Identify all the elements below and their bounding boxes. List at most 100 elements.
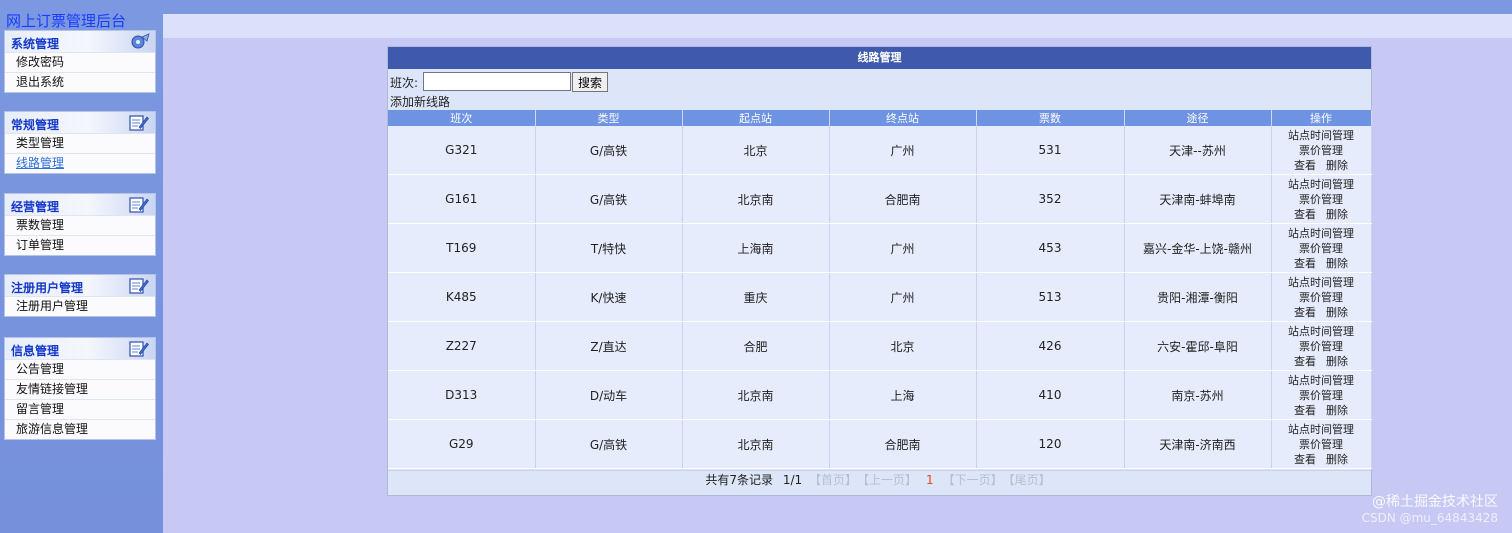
cell-via: 嘉兴-金华-上饶-赣州	[1124, 223, 1272, 273]
route-management-panel: 线路管理 班次: 搜索 添加新线路 班次 类型 起点站 终点站 票数 途径 操作…	[387, 46, 1372, 496]
sidebar-item[interactable]: 票数管理	[5, 215, 155, 235]
delete-link[interactable]: 删除	[1326, 404, 1348, 417]
sidebar-item[interactable]: 公告管理	[5, 359, 155, 379]
ticket-price-link[interactable]: 票价管理	[1272, 290, 1371, 305]
cell-tickets: 426	[976, 321, 1125, 371]
station-time-link[interactable]: 站点时间管理	[1272, 177, 1371, 192]
column-header-to: 终点站	[829, 110, 977, 126]
station-time-link[interactable]: 站点时间管理	[1272, 128, 1371, 143]
sidebar-item[interactable]: 修改密码	[5, 52, 155, 72]
cell-via: 南京-苏州	[1124, 370, 1272, 420]
cell-to: 广州	[829, 272, 977, 322]
menu-group-title: 信息管理	[11, 344, 60, 358]
menu-group-header[interactable]: 信息管理	[5, 338, 155, 359]
view-link[interactable]: 查看	[1294, 159, 1316, 172]
pager-last[interactable]: 【尾页】	[1009, 473, 1051, 487]
station-time-link[interactable]: 站点时间管理	[1272, 275, 1371, 290]
cell-type: G/高铁	[535, 174, 683, 224]
cell-actions: 站点时间管理 票价管理 查看 删除	[1271, 370, 1372, 420]
pager-current-page[interactable]: 1	[926, 473, 934, 487]
cell-actions: 站点时间管理 票价管理 查看 删除	[1271, 126, 1372, 175]
row-action-links: 查看 删除	[1272, 305, 1371, 320]
cell-to: 北京	[829, 321, 977, 371]
sidebar-item[interactable]: 类型管理	[5, 133, 155, 153]
edit-icon	[129, 340, 149, 358]
menu-group-general: 常规管理 类型管理 线路管理	[4, 111, 156, 174]
view-link[interactable]: 查看	[1294, 453, 1316, 466]
row-action-links: 查看 删除	[1272, 354, 1371, 369]
sidebar-item[interactable]: 旅游信息管理	[5, 419, 155, 439]
table-row: G161 G/高铁 北京南 合肥南 352 天津南-蚌埠南 站点时间管理 票价管理 查看 删除	[388, 174, 1372, 224]
menu-group-header[interactable]: 经营管理	[5, 194, 155, 215]
add-route-link[interactable]: 添加新线路	[388, 94, 1371, 110]
delete-link[interactable]: 删除	[1326, 208, 1348, 221]
watermark-line1: @稀土掘金技术社区	[1372, 494, 1498, 510]
table-row: Z227 Z/直达 合肥 北京 426 六安-霍邱-阜阳 站点时间管理 票价管理 查看 删除	[388, 321, 1372, 371]
column-header-actions: 操作	[1271, 110, 1372, 126]
search-label: 班次:	[390, 76, 419, 90]
cell-from: 北京南	[682, 370, 830, 420]
sidebar-item[interactable]: 线路管理	[5, 153, 155, 173]
cell-to: 合肥南	[829, 174, 977, 224]
column-header-via: 途径	[1124, 110, 1272, 126]
station-time-link[interactable]: 站点时间管理	[1272, 422, 1371, 437]
view-link[interactable]: 查看	[1294, 306, 1316, 319]
menu-group-users: 注册用户管理 注册用户管理	[4, 274, 156, 317]
search-row: 班次: 搜索	[388, 69, 1371, 94]
pager-summary: 共有7条记录	[705, 473, 773, 487]
view-link[interactable]: 查看	[1294, 404, 1316, 417]
menu-group-info: 信息管理 公告管理 友情链接管理 留言管理 旅游信息管理	[4, 337, 156, 440]
cell-tickets: 120	[976, 419, 1125, 469]
station-time-link[interactable]: 站点时间管理	[1272, 373, 1371, 388]
row-action-links: 查看 删除	[1272, 158, 1371, 173]
station-time-link[interactable]: 站点时间管理	[1272, 324, 1371, 339]
ticket-price-link[interactable]: 票价管理	[1272, 437, 1371, 452]
sidebar-item[interactable]: 注册用户管理	[5, 296, 155, 316]
sidebar-item[interactable]: 友情链接管理	[5, 379, 155, 399]
menu-group-title: 系统管理	[11, 37, 60, 51]
delete-link[interactable]: 删除	[1326, 355, 1348, 368]
row-action-links: 查看 删除	[1272, 256, 1371, 271]
ticket-price-link[interactable]: 票价管理	[1272, 241, 1371, 256]
cell-type: D/动车	[535, 370, 683, 420]
delete-link[interactable]: 删除	[1326, 306, 1348, 319]
search-input[interactable]	[423, 72, 571, 91]
sidebar-item[interactable]: 订单管理	[5, 235, 155, 255]
gear-icon	[129, 33, 150, 51]
sidebar-item[interactable]: 留言管理	[5, 399, 155, 419]
cell-train: G321	[388, 126, 536, 175]
view-link[interactable]: 查看	[1294, 257, 1316, 270]
cell-train: G161	[388, 174, 536, 224]
row-action-links: 查看 删除	[1272, 403, 1371, 418]
cell-type: G/高铁	[535, 419, 683, 469]
menu-group-header[interactable]: 常规管理	[5, 112, 155, 133]
view-link[interactable]: 查看	[1294, 355, 1316, 368]
cell-tickets: 453	[976, 223, 1125, 273]
table-row: T169 T/特快 上海南 广州 453 嘉兴-金华-上饶-赣州 站点时间管理 票价管理 查看删…	[388, 223, 1372, 273]
station-time-link[interactable]: 站点时间管理	[1272, 226, 1371, 241]
ticket-price-link[interactable]: 票价管理	[1272, 339, 1371, 354]
cell-to: 合肥南	[829, 419, 977, 469]
menu-group-header[interactable]: 系统管理	[5, 31, 155, 52]
pager-prev[interactable]: 【上一页】	[863, 473, 917, 487]
view-link[interactable]: 查看	[1294, 208, 1316, 221]
sidebar-item[interactable]: 退出系统	[5, 72, 155, 92]
ticket-price-link[interactable]: 票价管理	[1272, 388, 1371, 403]
search-button[interactable]: 搜索	[572, 72, 608, 92]
delete-link[interactable]: 删除	[1326, 257, 1348, 270]
cell-to: 广州	[829, 223, 977, 273]
ticket-price-link[interactable]: 票价管理	[1272, 143, 1371, 158]
pager-first[interactable]: 【首页】	[809, 473, 857, 487]
pager-next[interactable]: 【下一页】	[943, 473, 1003, 487]
delete-link[interactable]: 删除	[1326, 159, 1348, 172]
cell-train: G29	[388, 419, 536, 469]
menu-group-title: 经营管理	[11, 200, 60, 214]
menu-group-header[interactable]: 注册用户管理	[5, 275, 155, 296]
watermark-line2: CSDN @mu_64843428	[1361, 511, 1498, 525]
ticket-price-link[interactable]: 票价管理	[1272, 192, 1371, 207]
cell-via: 天津南-济南西	[1124, 419, 1272, 469]
menu-group-title: 注册用户管理	[11, 281, 84, 295]
delete-link[interactable]: 删除	[1326, 453, 1348, 466]
cell-actions: 站点时间管理 票价管理 查看 删除	[1271, 321, 1372, 371]
cell-actions: 站点时间管理 票价管理 查看 删除	[1271, 419, 1372, 469]
